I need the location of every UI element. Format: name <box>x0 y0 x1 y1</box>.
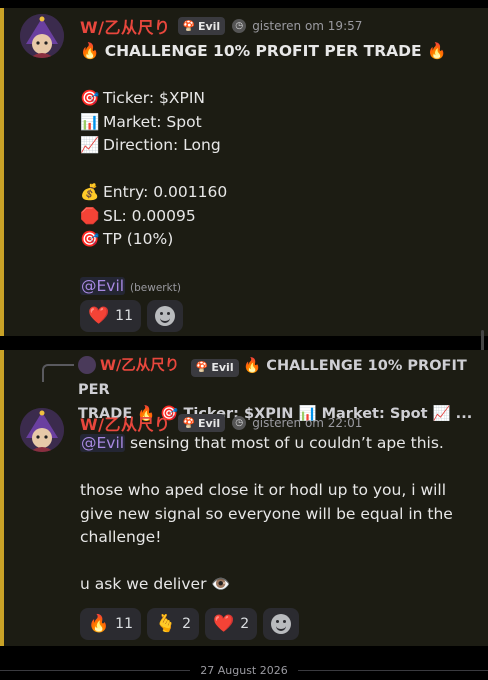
direction-text: Direction: Long <box>103 136 221 154</box>
message-text-1: sensing that most of u couldn’t ape this… <box>125 434 444 452</box>
reaction-count: 2 <box>240 616 250 632</box>
entry-text: Entry: 0.001160 <box>103 183 228 201</box>
role-tag[interactable]: 🍄 Evil <box>177 414 226 432</box>
top-edge <box>0 0 488 8</box>
market-text: Market: Spot <box>103 112 202 131</box>
stop-sign-icon: 🛑 <box>80 206 100 225</box>
reply-username: W/乙从尺り <box>100 358 180 374</box>
message-body: 🔥 CHALLENGE 10% PROFIT PER TRADE 🔥 🎯 Tick… <box>80 40 480 301</box>
message-2[interactable]: W/乙从尺り 🍄 Evil 🔥 CHALLENGE 10% PROFIT PER … <box>0 350 488 646</box>
market-line: 📊 Market: Spot <box>80 111 480 135</box>
reaction-heart[interactable]: ❤️ 11 <box>80 300 141 332</box>
money-bag-icon: 💰 <box>80 183 100 201</box>
reaction-heart[interactable]: ❤️ 2 <box>205 608 258 640</box>
add-reaction-icon <box>155 306 175 326</box>
add-reaction-icon <box>271 614 292 634</box>
edited-label: (bewerkt) <box>130 282 181 294</box>
fire-icon: 🔥 <box>88 614 110 634</box>
chart-up-icon: 📈 <box>80 136 100 154</box>
reaction-count: 11 <box>115 308 133 324</box>
username[interactable]: W/乙从尺り <box>80 14 171 38</box>
reaction-fire[interactable]: 🔥 11 <box>80 608 141 640</box>
mushroom-icon: 🍄 <box>195 362 209 373</box>
heart-icon: ❤️ <box>88 306 110 326</box>
hand-icon: 🫰 <box>155 614 177 634</box>
bar-chart-icon: 📊 <box>80 112 100 131</box>
role-tag-label: Evil <box>197 416 221 430</box>
target-icon: 🎯 <box>80 89 100 107</box>
clock-icon: ◷ <box>232 19 247 33</box>
sl-line: 🛑 SL: 0.00095 <box>80 205 480 229</box>
mushroom-icon: 🍄 <box>182 20 195 32</box>
message-1[interactable]: W/乙从尺り 🍄 Evil ◷ gisteren om 19:57 🔥 CHAL… <box>0 8 488 336</box>
add-reaction-button[interactable] <box>263 608 300 640</box>
reply-connector <box>42 364 74 382</box>
ticker-text: Ticker: $XPIN <box>103 89 206 107</box>
tp-line: 🎯 TP (10%) <box>80 228 480 252</box>
timestamp[interactable]: gisteren om 22:01 <box>252 416 362 430</box>
mention-line: @Evil (bewerkt) <box>80 275 480 301</box>
add-reaction-button[interactable] <box>147 300 183 332</box>
heart-icon: ❤️ <box>213 614 235 634</box>
entry-line: 💰 Entry: 0.001160 <box>80 181 480 205</box>
avatar[interactable] <box>20 14 64 58</box>
direction-line: 📈 Direction: Long <box>80 134 480 158</box>
reactions: 🔥 11 🫰 2 ❤️ 2 <box>80 608 300 640</box>
sl-text: SL: 0.00095 <box>103 206 196 225</box>
clock-icon: ◷ <box>232 416 247 430</box>
mushroom-icon: 🍄 <box>182 417 195 429</box>
date-divider: 27 August 2026 <box>0 664 488 677</box>
target-icon: 🎯 <box>80 230 100 248</box>
reply-role-tag: 🍄 Evil <box>190 359 239 377</box>
message-body: @Evil sensing that most of u couldn’t ap… <box>80 432 480 597</box>
reaction-count: 2 <box>182 616 192 632</box>
message-line-1: @Evil sensing that most of u couldn’t ap… <box>80 432 480 456</box>
reply-role-tag-label: Evil <box>211 361 234 374</box>
ticker-line: 🎯 Ticker: $XPIN <box>80 87 480 111</box>
role-tag[interactable]: 🍄 Evil <box>177 17 226 35</box>
timestamp[interactable]: gisteren om 19:57 <box>252 19 362 33</box>
message-text-3: u ask we deliver 👁️ <box>80 575 231 593</box>
mention[interactable]: @Evil <box>80 434 126 452</box>
reaction-count: 11 <box>115 616 133 632</box>
avatar[interactable] <box>20 408 64 452</box>
message-header: W/乙从尺り 🍄 Evil ◷ gisteren om 19:57 <box>80 14 362 38</box>
role-tag-label: Evil <box>197 19 221 33</box>
reply-avatar <box>78 356 96 374</box>
date-divider-label: 27 August 2026 <box>190 664 298 677</box>
message-title: 🔥 CHALLENGE 10% PROFIT PER TRADE 🔥 <box>80 42 447 60</box>
message-text-2: those who aped close it or hodl up to yo… <box>80 481 453 546</box>
mention[interactable]: @Evil <box>80 277 126 295</box>
tp-text: TP (10%) <box>103 230 174 248</box>
reaction-hand[interactable]: 🫰 2 <box>147 608 200 640</box>
reactions: ❤️ 11 <box>80 300 183 332</box>
